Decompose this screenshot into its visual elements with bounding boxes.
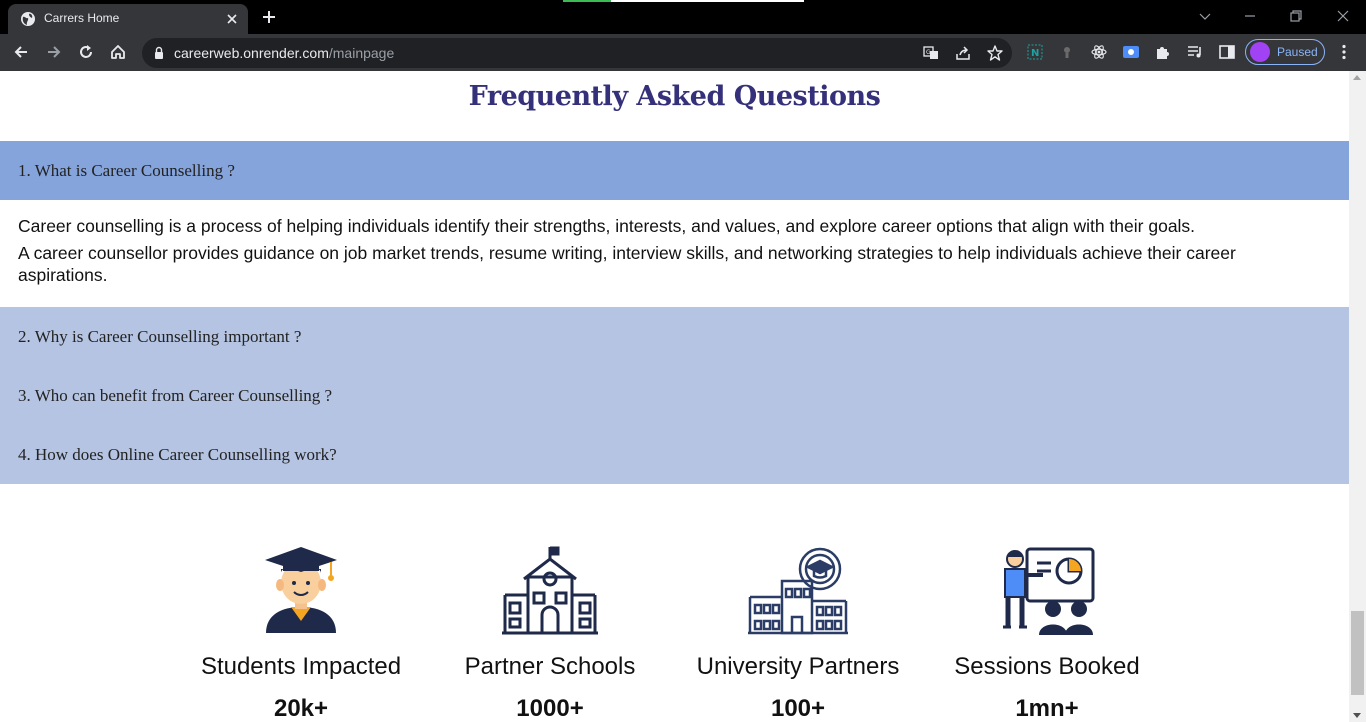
page-scrollbar[interactable] [1349,71,1366,722]
forward-icon[interactable] [45,43,63,61]
extension-n-icon[interactable]: N [1026,43,1044,61]
page-viewport: Frequently Asked Questions 1. What is Ca… [0,71,1349,722]
faq-heading: Frequently Asked Questions [468,81,881,112]
star-icon[interactable] [986,44,1004,62]
stat-universities: University Partners 100+ [673,545,923,722]
stat-sessions: Sessions Booked 1mn+ [922,545,1172,722]
svg-text:N: N [1031,48,1039,59]
faq-question-4[interactable]: 4. How does Online Career Counselling wo… [0,425,1349,484]
menu-icon[interactable] [1335,43,1353,61]
avatar [1250,42,1270,62]
extension-screen-icon[interactable] [1122,43,1140,61]
reload-icon[interactable] [77,43,95,61]
stat-value: 100+ [770,695,826,722]
profile-button[interactable]: Paused [1245,39,1325,65]
chevron-down-icon[interactable] [1195,6,1215,26]
url-text[interactable]: careerweb.onrender.com/mainpage [174,45,394,61]
teacher-presentation-icon [1003,547,1095,635]
close-icon[interactable] [224,11,240,27]
scroll-up-arrow-icon[interactable] [1353,75,1361,80]
faq-question-2[interactable]: 2. Why is Career Counselling important ? [0,307,1349,366]
faq-answer-1: Career counselling is a process of helpi… [18,215,1318,286]
puzzle-icon[interactable] [1154,43,1172,61]
faq-question-3[interactable]: 3. Who can benefit from Career Counselli… [0,366,1349,425]
browser-toolbar: careerweb.onrender.com/mainpage G N Paus… [0,34,1366,71]
stat-value: 1000+ [516,695,584,722]
faq-answer-paragraph: A career counsellor provides guidance on… [18,243,1236,285]
restore-icon[interactable] [1286,6,1306,26]
extension-react-icon[interactable] [1090,43,1108,61]
browser-tab-active[interactable]: Carrers Home [8,4,248,34]
url-path: /mainpage [328,45,395,61]
minimize-icon[interactable] [1240,6,1260,26]
page-load-progress [563,0,804,2]
share-icon[interactable] [954,44,972,62]
graduate-student-icon [265,547,337,633]
stat-label: Sessions Booked [954,653,1140,680]
stat-value: 1mn+ [1015,695,1079,722]
scroll-thumb[interactable] [1351,611,1364,695]
university-building-icon [748,547,848,635]
window-close-icon[interactable] [1333,6,1353,26]
scroll-down-arrow-icon[interactable] [1353,713,1361,718]
address-bar[interactable]: careerweb.onrender.com/mainpage G [142,38,1012,68]
tab-title: Carrers Home [44,11,120,25]
lock-icon[interactable] [152,46,166,60]
home-icon[interactable] [109,43,127,61]
plus-icon[interactable] [260,8,278,26]
globe-icon [21,12,35,26]
stat-label: Partner Schools [464,653,636,680]
translate-icon[interactable]: G [922,44,940,62]
profile-status: Paused [1277,45,1318,59]
faq-question-1[interactable]: 1. What is Career Counselling ? [0,141,1349,200]
back-icon[interactable] [12,43,30,61]
svg-text:G: G [926,49,931,56]
faq-answer-paragraph: Career counselling is a process of helpi… [18,216,1196,236]
school-building-icon [502,546,598,635]
browser-titlebar: Carrers Home [0,0,1366,34]
stat-students: Students Impacted 20k+ [176,545,426,722]
stat-label: University Partners [696,653,900,680]
stat-schools: Partner Schools 1000+ [425,545,675,722]
url-domain: careerweb.onrender.com [174,45,329,61]
stat-label: Students Impacted [200,653,402,680]
stat-value: 20k+ [273,695,329,722]
extension-bulb-icon[interactable] [1058,43,1076,61]
media-icon[interactable] [1186,43,1204,61]
sidebar-icon[interactable] [1218,43,1236,61]
